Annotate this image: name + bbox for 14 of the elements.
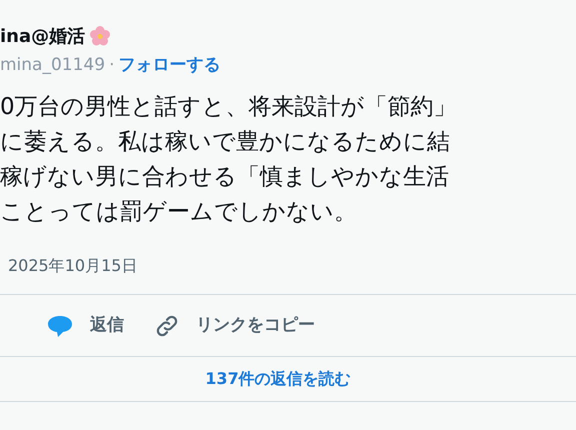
copy-link-button[interactable]: リンクをコピー xyxy=(154,312,315,338)
author-name: ina@婚活 xyxy=(0,24,86,48)
post-text-line: に萎える。私は稼いで豊かになるために結 xyxy=(0,128,451,157)
speech-bubble-icon xyxy=(46,314,74,338)
follow-link[interactable]: フォローする xyxy=(118,53,220,79)
post-text-line: 0万台の男性と話すと、将来設計が「節約」 xyxy=(0,93,458,122)
read-replies-link[interactable]: 137件の返信を読む xyxy=(205,367,371,391)
separator-dot: · xyxy=(109,54,114,78)
post-date: 2025年10月15日 xyxy=(7,255,138,277)
post-text-line: ことっては罰ゲームでしかない。 xyxy=(0,198,358,227)
blossom-icon xyxy=(89,25,112,47)
reply-button[interactable]: 返信 xyxy=(46,312,124,338)
post-text-line: 稼げない男に合わせる「慎ましやかな生活 xyxy=(0,163,450,192)
user-handle: mina_01149 xyxy=(0,54,106,78)
